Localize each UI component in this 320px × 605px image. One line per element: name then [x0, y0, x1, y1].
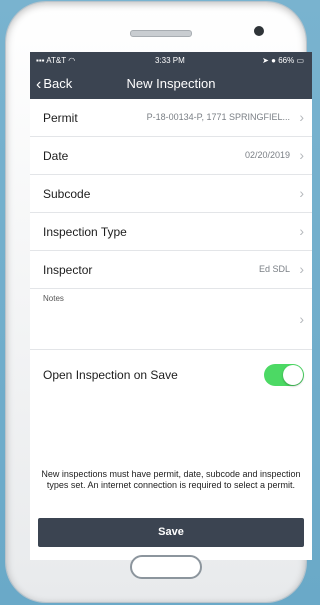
- toggle-knob: [283, 365, 303, 385]
- save-button[interactable]: Save: [38, 518, 304, 547]
- chevron-right-icon: ›: [299, 311, 304, 327]
- carrier-label: ▪▪▪ AT&T ◠: [36, 56, 76, 65]
- battery-icon: ▭: [296, 56, 304, 65]
- inspector-value: Ed SDL: [258, 264, 290, 274]
- nav-bar: ‹ Back New Inspection: [30, 69, 312, 99]
- form-list: Permit P-18-00134-P, 1771 SPRINGFIEL... …: [30, 99, 312, 392]
- chevron-right-icon: ›: [299, 109, 304, 125]
- inspection-type-label: Inspection Type: [43, 225, 127, 239]
- app-screen: ▪▪▪ AT&T ◠ 3:33 PM ➤ ● 66% ▭ ‹ Back New I…: [30, 52, 312, 560]
- home-button[interactable]: [130, 555, 202, 579]
- inspection-type-row[interactable]: Inspection Type ›: [30, 213, 312, 251]
- alarm-icon: ●: [271, 56, 276, 65]
- open-on-save-row: Open Inspection on Save: [30, 358, 312, 392]
- chevron-right-icon: ›: [299, 261, 304, 277]
- date-value: 02/20/2019: [244, 150, 290, 160]
- battery-indicator: ➤ ● 66% ▭: [262, 56, 304, 65]
- open-on-save-toggle[interactable]: [264, 364, 304, 386]
- date-row[interactable]: Date 02/20/2019 ›: [30, 137, 312, 175]
- open-on-save-label: Open Inspection on Save: [43, 368, 178, 382]
- phone-frame: ▪▪▪ AT&T ◠ 3:33 PM ➤ ● 66% ▭ ‹ Back New I…: [6, 2, 312, 602]
- date-label: Date: [43, 149, 69, 163]
- clock: 3:33 PM: [155, 56, 185, 65]
- permit-label: Permit: [43, 111, 78, 125]
- chevron-right-icon: ›: [299, 223, 304, 239]
- chevron-right-icon: ›: [299, 185, 304, 201]
- help-text: New inspections must have permit, date, …: [41, 469, 301, 490]
- inspector-row[interactable]: Inspector Ed SDL ›: [30, 251, 312, 289]
- chevron-right-icon: ›: [299, 147, 304, 163]
- notes-label: Notes: [43, 294, 64, 303]
- inspector-label: Inspector: [43, 263, 93, 277]
- permit-row[interactable]: Permit P-18-00134-P, 1771 SPRINGFIEL... …: [30, 99, 312, 137]
- status-bar: ▪▪▪ AT&T ◠ 3:33 PM ➤ ● 66% ▭: [30, 52, 312, 69]
- signal-icon: ▪▪▪: [36, 56, 45, 65]
- location-icon: ➤: [262, 56, 269, 65]
- subcode-label: Subcode: [43, 187, 91, 201]
- speaker-grille: [130, 30, 192, 37]
- permit-value: P-18-00134-P, 1771 SPRINGFIEL...: [146, 112, 290, 122]
- notes-row[interactable]: Notes ›: [30, 289, 312, 350]
- subcode-row[interactable]: Subcode ›: [30, 175, 312, 213]
- wifi-icon: ◠: [68, 56, 76, 65]
- front-camera: [254, 26, 264, 36]
- page-title: New Inspection: [126, 76, 216, 91]
